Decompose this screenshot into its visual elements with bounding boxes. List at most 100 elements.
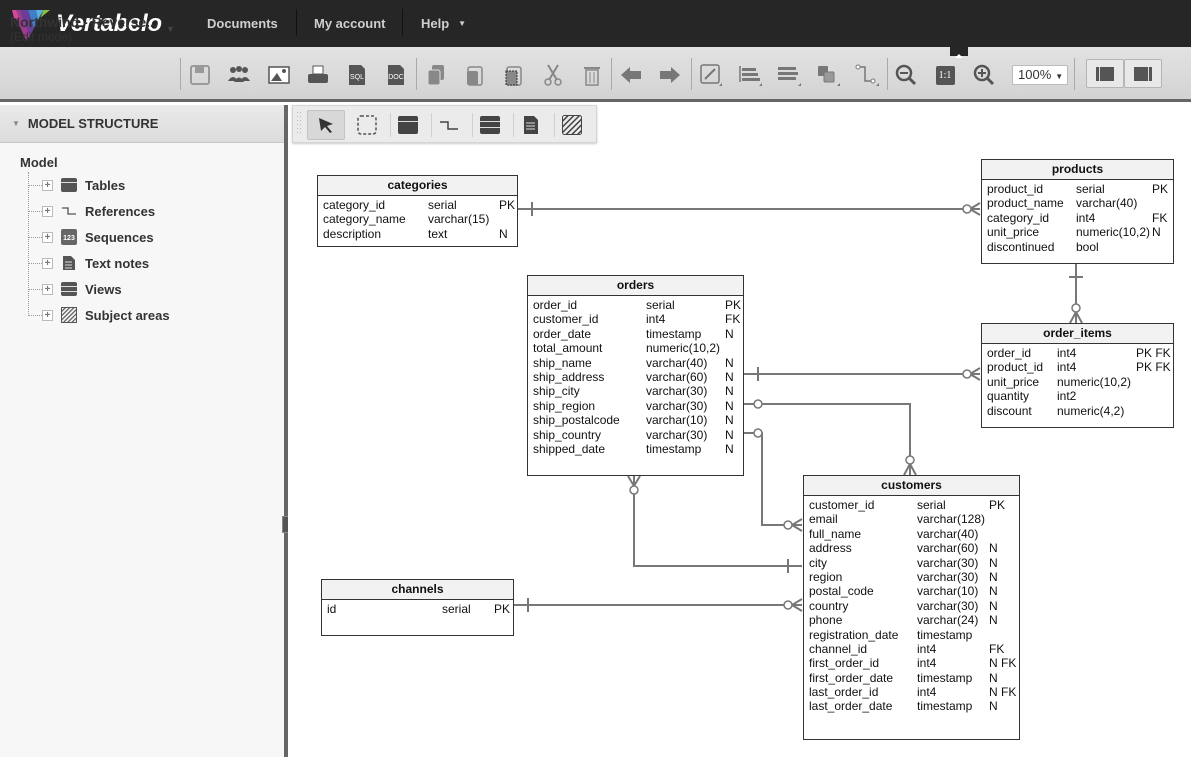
optional-marker xyxy=(962,204,972,214)
column-row[interactable]: unit_price numeric(10,2) N xyxy=(982,225,1173,239)
palette-drag-handle[interactable] xyxy=(297,112,303,138)
column-row[interactable]: category_id serial PK xyxy=(318,198,517,212)
column-row[interactable]: region varchar(30) N xyxy=(804,570,1019,584)
column-flags: N xyxy=(725,326,734,341)
column-list: order_id int4 PK FK product_id int4 PK FK unit… xyxy=(982,344,1173,418)
column-row[interactable]: category_id int4 FK xyxy=(982,211,1173,225)
column-name: phone xyxy=(809,613,843,628)
table-customers[interactable]: customers customer_id serial PK email varchar… xyxy=(803,475,1020,740)
column-row[interactable]: phone varchar(24) N xyxy=(804,613,1019,627)
column-name: category_name xyxy=(323,212,406,227)
table-header[interactable]: customers xyxy=(804,476,1019,496)
select-tool[interactable] xyxy=(307,110,345,140)
table-categories[interactable]: categories category_id serial PK category_na… xyxy=(317,175,518,247)
column-row[interactable]: city varchar(30) N xyxy=(804,556,1019,570)
column-row[interactable]: ship_address varchar(60) N xyxy=(528,370,743,384)
table-order-items[interactable]: order_items order_id int4 PK FK product_id in… xyxy=(981,323,1174,428)
column-flags: N xyxy=(725,413,734,428)
column-name: email xyxy=(809,512,838,527)
add-note-tool[interactable] xyxy=(512,110,550,140)
column-type: varchar(30) xyxy=(646,398,708,413)
column-row[interactable]: description text N xyxy=(318,227,517,241)
column-flags: N xyxy=(725,384,734,399)
area-select-tool[interactable] xyxy=(348,110,386,140)
column-type: varchar(60) xyxy=(646,369,708,384)
reference-orders-customers-2[interactable] xyxy=(744,432,802,526)
column-name: postal_code xyxy=(809,584,874,599)
table-channels[interactable]: channels id serial PK xyxy=(321,579,514,636)
column-type: int2 xyxy=(1057,389,1077,404)
column-row[interactable]: customer_id int4 FK xyxy=(528,312,743,326)
column-row[interactable]: last_order_id int4 N FK xyxy=(804,685,1019,699)
column-type: int4 xyxy=(1057,346,1077,360)
column-name: product_name xyxy=(987,196,1064,211)
column-row[interactable]: registration_date timestamp xyxy=(804,628,1019,642)
column-row[interactable]: total_amount numeric(10,2) xyxy=(528,341,743,355)
table-products[interactable]: products product_id serial PK product_name va… xyxy=(981,159,1174,264)
column-type: timestamp xyxy=(646,326,702,341)
column-row[interactable]: channel_id int4 FK xyxy=(804,642,1019,656)
column-row[interactable]: ship_city varchar(30) N xyxy=(528,384,743,398)
add-reference-tool[interactable] xyxy=(430,110,468,140)
reference-orders-customers[interactable] xyxy=(744,403,911,475)
optional-marker xyxy=(753,399,763,409)
column-type: varchar(15) xyxy=(428,212,490,227)
column-row[interactable]: first_order_id int4 N FK xyxy=(804,656,1019,670)
optional-marker xyxy=(962,369,972,379)
add-subject-area-tool[interactable] xyxy=(553,110,591,140)
column-flags: N xyxy=(989,555,998,570)
column-flags: PK FK xyxy=(1136,346,1171,360)
column-flags: N xyxy=(725,427,734,442)
column-flags: PK xyxy=(494,602,511,616)
table-header[interactable]: categories xyxy=(318,176,517,196)
column-row[interactable]: customer_id serial PK xyxy=(804,498,1019,512)
column-row[interactable]: unit_price numeric(10,2) xyxy=(982,375,1173,389)
column-row[interactable]: quantity int2 xyxy=(982,389,1173,403)
add-view-tool[interactable] xyxy=(471,110,509,140)
column-type: timestamp xyxy=(646,441,702,456)
column-type: serial xyxy=(917,498,946,512)
column-row[interactable]: ship_name varchar(40) N xyxy=(528,356,743,370)
table-header[interactable]: order_items xyxy=(982,324,1173,344)
column-row[interactable]: product_name varchar(40) xyxy=(982,196,1173,210)
column-row[interactable]: full_name varchar(40) xyxy=(804,527,1019,541)
column-row[interactable]: country varchar(30) N xyxy=(804,599,1019,613)
table-header[interactable]: channels xyxy=(322,580,513,600)
column-row[interactable]: ship_country varchar(30) N xyxy=(528,428,743,442)
column-flags: PK xyxy=(725,298,742,312)
column-type: int4 xyxy=(646,312,666,327)
table-orders[interactable]: orders order_id serial PK customer_id int4 FK o… xyxy=(527,275,744,476)
optional-marker xyxy=(905,455,915,465)
column-type: bool xyxy=(1076,239,1099,254)
column-type: numeric(10,2) xyxy=(646,341,721,356)
table-header[interactable]: products xyxy=(982,160,1173,180)
column-row[interactable]: id serial PK xyxy=(322,602,513,616)
column-row[interactable]: postal_code varchar(10) N xyxy=(804,584,1019,598)
table-header[interactable]: orders xyxy=(528,276,743,296)
column-row[interactable]: last_order_date timestamp N xyxy=(804,699,1019,713)
column-flags: PK xyxy=(1152,182,1169,196)
column-row[interactable]: discontinued bool xyxy=(982,240,1173,254)
reference-customers-orders[interactable] xyxy=(633,476,802,567)
column-type: serial xyxy=(646,298,675,312)
add-table-tool[interactable] xyxy=(389,110,427,140)
column-row[interactable]: product_id serial PK xyxy=(982,182,1173,196)
column-row[interactable]: email varchar(128) xyxy=(804,512,1019,526)
column-row[interactable]: order_id int4 PK FK xyxy=(982,346,1173,360)
optional-marker xyxy=(783,600,793,610)
column-row[interactable]: order_id serial PK xyxy=(528,298,743,312)
column-row[interactable]: ship_postalcode varchar(10) N xyxy=(528,413,743,427)
column-row[interactable]: order_date timestamp N xyxy=(528,327,743,341)
column-flags: N xyxy=(989,699,998,714)
column-name: id xyxy=(327,602,337,616)
column-row[interactable]: address varchar(60) N xyxy=(804,541,1019,555)
column-row[interactable]: product_id int4 PK FK xyxy=(982,360,1173,374)
column-row[interactable]: first_order_date timestamp N xyxy=(804,671,1019,685)
column-row[interactable]: category_name varchar(15) xyxy=(318,212,517,226)
column-row[interactable]: ship_region varchar(30) N xyxy=(528,399,743,413)
cursor-arrow-icon xyxy=(319,118,333,133)
column-row[interactable]: discount numeric(4,2) xyxy=(982,404,1173,418)
column-row[interactable]: shipped_date timestamp N xyxy=(528,442,743,456)
column-type: varchar(60) xyxy=(917,541,979,556)
column-type: timestamp xyxy=(917,670,973,685)
